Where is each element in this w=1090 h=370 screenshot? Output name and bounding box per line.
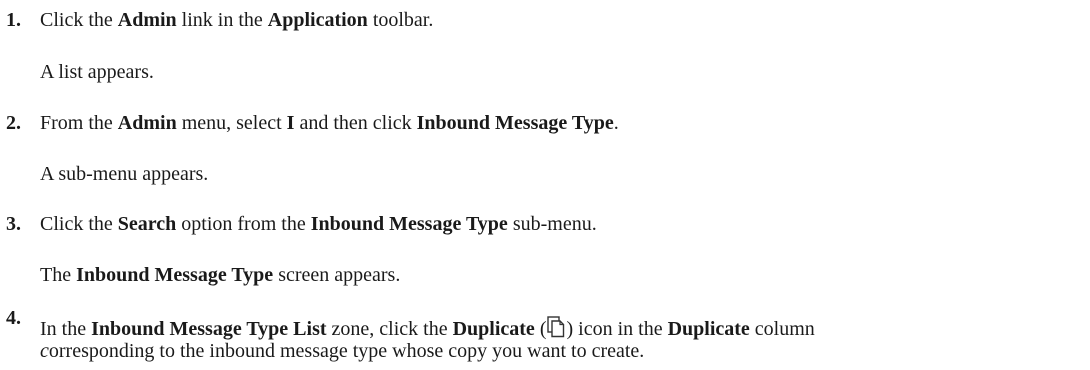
inbound-message-type-submenu-ref: Inbound Message Type: [310, 213, 508, 235]
inbound-message-type-list-ref: Inbound Message Type List: [91, 318, 327, 340]
search-option-ref: Search: [117, 213, 177, 235]
step-3-text: Click the Search option from the Inbound…: [40, 213, 597, 235]
step-4-continuation: corresponding to the inbound message typ…: [40, 340, 645, 362]
step-1-text: Click the Admin link in the Application …: [40, 9, 434, 31]
step-number-1: 1.: [6, 9, 21, 31]
step-number-4: 4.: [6, 307, 21, 329]
duplicate-column-ref: Duplicate: [667, 318, 750, 340]
duplicate-ref: Duplicate: [452, 318, 535, 340]
step-1-result: A list appears.: [40, 61, 154, 83]
step-2-text: From the Admin menu, select I and then c…: [40, 112, 619, 134]
step-3-result: The Inbound Message Type screen appears.: [40, 264, 401, 286]
step-number-2: 2.: [6, 112, 21, 134]
admin-link-ref: Admin: [117, 9, 177, 31]
step-2-result: A sub-menu appears.: [40, 163, 209, 185]
admin-menu-ref: Admin: [117, 112, 177, 134]
application-toolbar-ref: Application: [267, 9, 368, 31]
inbound-message-type-ref: Inbound Message Type: [416, 112, 614, 134]
step-number-3: 3.: [6, 213, 21, 235]
inbound-message-type-screen-ref: Inbound Message Type: [76, 264, 274, 286]
